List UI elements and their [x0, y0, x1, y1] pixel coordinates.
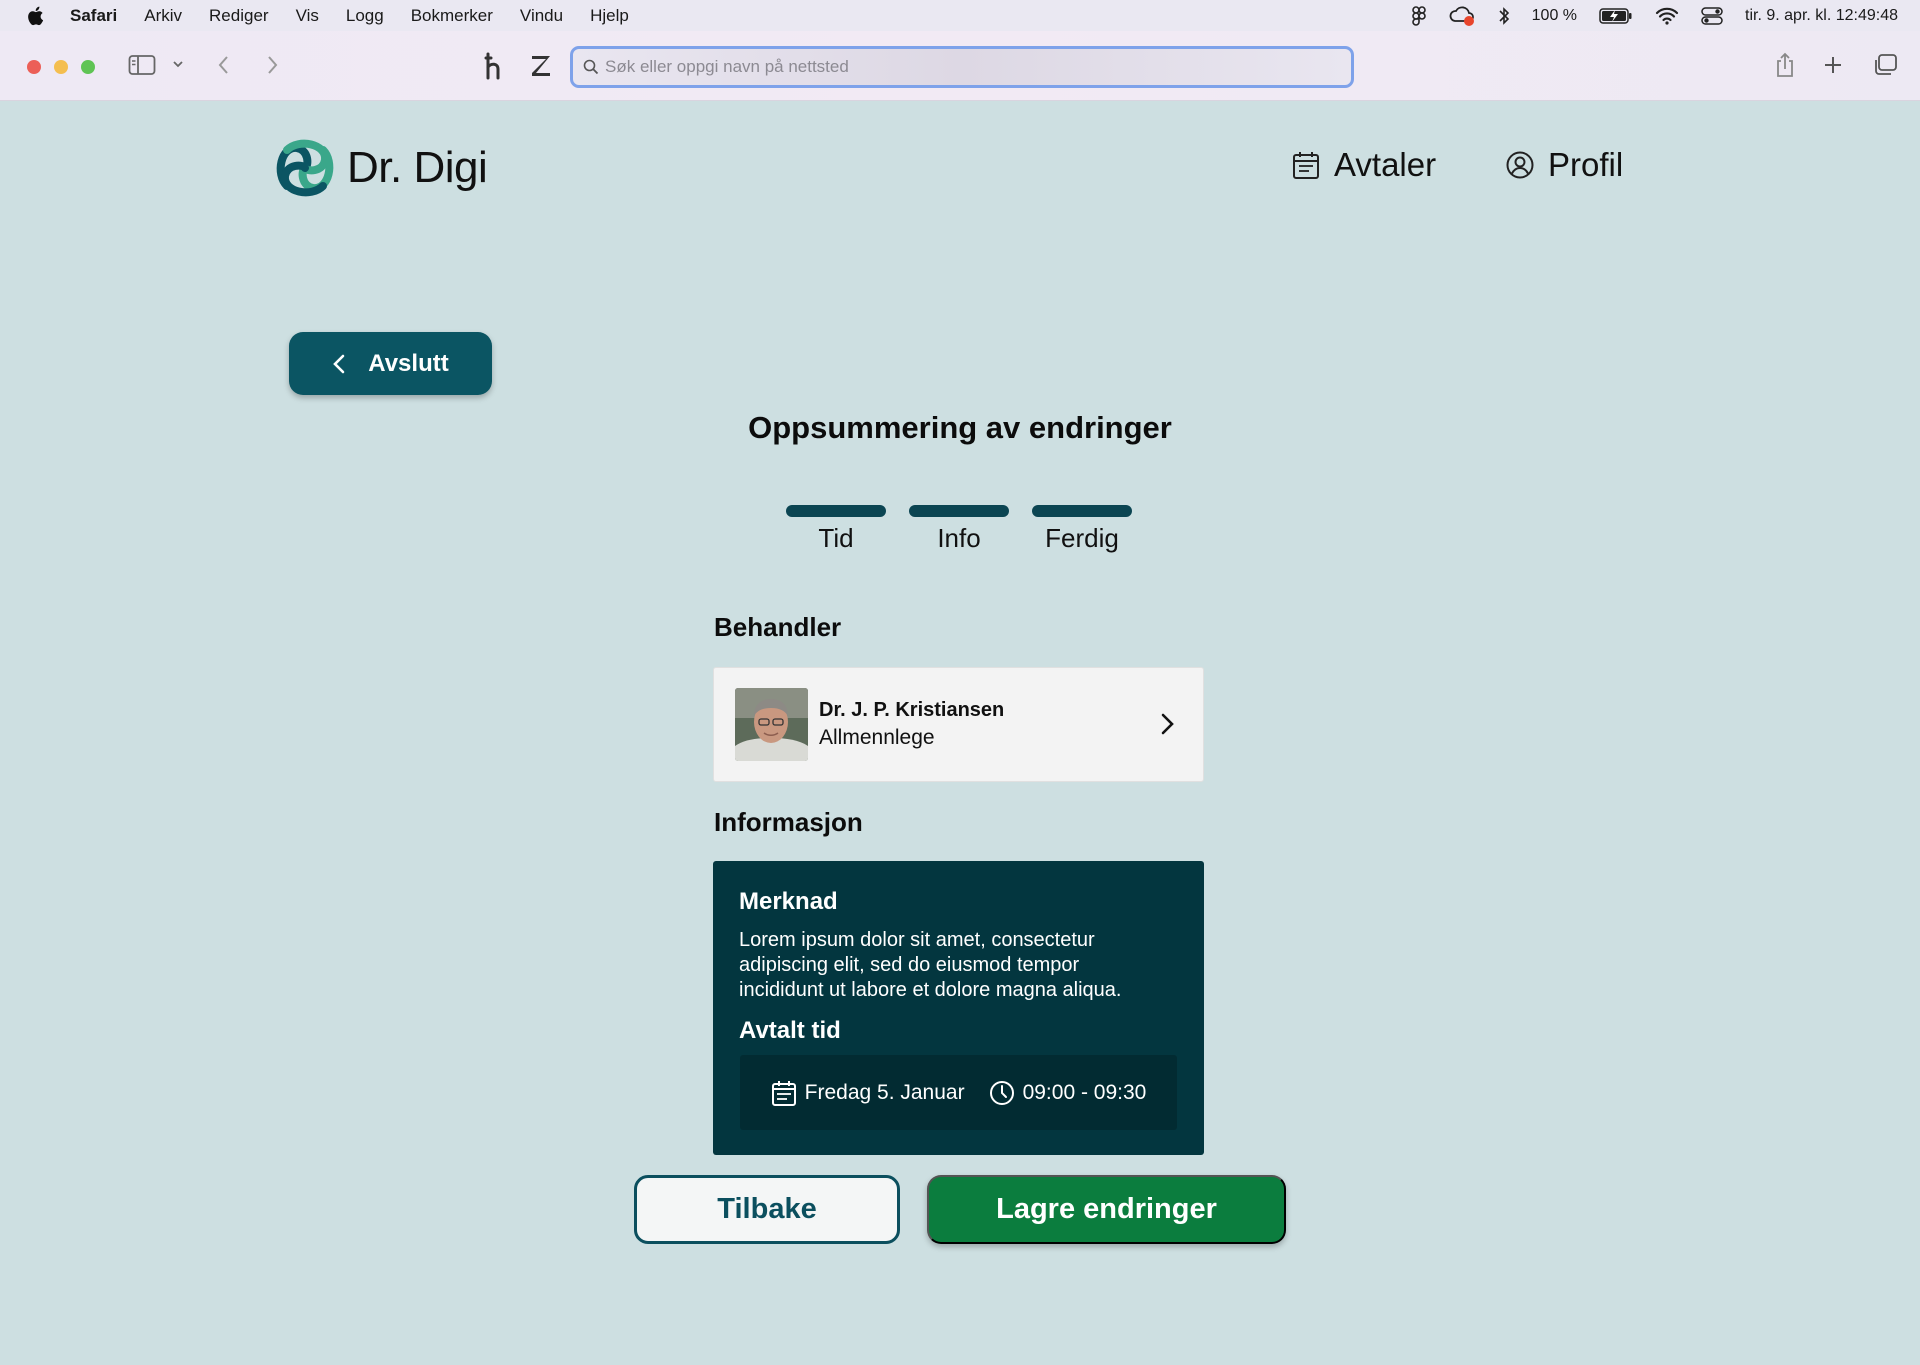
menu-bokmerker[interactable]: Bokmerker — [411, 6, 493, 26]
nav-profile-label: Profil — [1548, 146, 1624, 183]
bluetooth-icon[interactable] — [1498, 6, 1510, 26]
step-ferdig: Ferdig — [1032, 505, 1132, 554]
information-card: Merknad Lorem ipsum dolor sit amet, cons… — [713, 861, 1204, 1155]
menu-hjelp[interactable]: Hjelp — [590, 6, 629, 26]
note-title: Merknad — [739, 888, 838, 915]
sidebar-toggle-icon[interactable] — [128, 54, 156, 76]
step-info: Info — [909, 505, 1009, 554]
practitioner-role: Allmennlege — [819, 726, 935, 749]
back-button[interactable]: Tilbake — [634, 1175, 900, 1244]
forward-nav-icon[interactable] — [264, 53, 280, 77]
window-close-button[interactable] — [27, 60, 41, 74]
logo-text: Dr. Digi — [347, 143, 488, 192]
calendar-icon — [771, 1080, 796, 1106]
step-bar — [786, 505, 886, 517]
step-tid: Tid — [786, 505, 886, 554]
practitioner-card[interactable]: Dr. J. P. Kristiansen Allmennlege — [713, 667, 1204, 782]
chevron-left-icon — [333, 354, 345, 373]
calendar-icon — [1293, 152, 1319, 179]
practitioner-name: Dr. J. P. Kristiansen — [819, 699, 1005, 721]
battery-icon[interactable] — [1599, 7, 1633, 24]
honey-extension-icon[interactable] — [482, 51, 506, 81]
page-title: Oppsummering av endringer — [748, 410, 1172, 445]
control-center-icon[interactable] — [1701, 6, 1723, 25]
macos-menu-bar: Safari Arkiv Rediger Vis Logg Bokmerker … — [0, 0, 1920, 31]
information-section-title: Informasjon — [714, 807, 863, 837]
step-bar — [1032, 505, 1132, 517]
wifi-icon[interactable] — [1655, 7, 1679, 25]
appointment-time-box: Fredag 5. Januar 09:00 - 09:30 — [740, 1055, 1177, 1130]
step-label: Info — [937, 523, 981, 553]
appointment-title: Avtalt tid — [739, 1017, 841, 1044]
creative-cloud-icon[interactable] — [1448, 5, 1476, 27]
share-icon[interactable] — [1774, 51, 1796, 79]
tab-overview-icon[interactable] — [1872, 53, 1898, 77]
nav-appointments[interactable]: Avtaler — [1292, 146, 1436, 184]
battery-percent: 100 % — [1531, 6, 1578, 24]
menubar-clock[interactable]: tir. 9. apr. kl. 12:49:48 — [1745, 7, 1898, 25]
menu-logg[interactable]: Logg — [346, 6, 384, 26]
search-icon — [583, 59, 599, 75]
appointment-time: 09:00 - 09:30 — [1022, 1080, 1147, 1104]
nav-appointments-label: Avtaler — [1334, 146, 1437, 183]
menu-vis[interactable]: Vis — [296, 6, 319, 26]
clock-icon — [989, 1080, 1014, 1105]
menu-rediger[interactable]: Rediger — [209, 6, 269, 26]
appointment-date: Fredag 5. Januar — [804, 1080, 965, 1104]
step-label: Tid — [818, 523, 854, 553]
exit-button-label: Avslutt — [368, 349, 449, 377]
exit-button[interactable]: Avslutt — [289, 332, 492, 395]
back-nav-icon[interactable] — [216, 53, 232, 77]
save-changes-button[interactable]: Lagre endringer — [927, 1175, 1286, 1244]
step-bar — [909, 505, 1009, 517]
menu-vindu[interactable]: Vindu — [520, 6, 563, 26]
menu-safari[interactable]: Safari — [70, 6, 117, 26]
note-text: Lorem ipsum dolor sit amet, consectetur … — [739, 929, 1122, 1001]
step-label: Ferdig — [1045, 523, 1119, 553]
browser-toolbar — [0, 31, 1920, 101]
figma-icon[interactable] — [1411, 5, 1426, 26]
address-bar[interactable] — [570, 46, 1354, 88]
menu-arkiv[interactable]: Arkiv — [144, 6, 182, 26]
user-circle-icon — [1506, 151, 1534, 179]
address-input[interactable] — [605, 57, 1305, 77]
nav-profile[interactable]: Profil — [1506, 146, 1623, 184]
new-tab-icon[interactable] — [1822, 54, 1844, 76]
chevron-down-icon[interactable] — [172, 59, 184, 69]
window-zoom-button[interactable] — [81, 60, 95, 74]
practitioner-section-title: Behandler — [714, 612, 842, 642]
window-minimize-button[interactable] — [54, 60, 68, 74]
dr-digi-logo[interactable]: Dr. Digi — [275, 138, 488, 198]
avatar — [735, 688, 808, 761]
chevron-right-icon — [1159, 710, 1175, 743]
logo-icon — [276, 139, 334, 197]
zotero-extension-icon[interactable] — [530, 54, 552, 78]
apple-icon[interactable] — [0, 6, 70, 26]
